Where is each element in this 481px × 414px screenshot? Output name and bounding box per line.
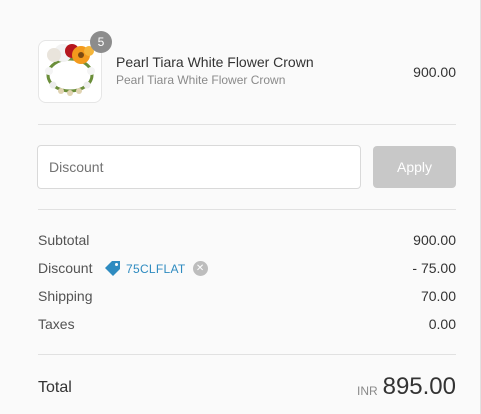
flower-crown-image — [39, 41, 101, 102]
subtotal-value: 900.00 — [413, 232, 456, 248]
product-title: Pearl Tiara White Flower Crown — [116, 54, 314, 70]
shipping-label: Shipping — [38, 288, 93, 304]
discount-code-tag: 75CLFLAT ✕ — [104, 260, 208, 277]
shipping-value: 70.00 — [420, 288, 456, 304]
product-line-item: 5 Pearl Tiara White Flower Crown Pearl T… — [38, 31, 456, 103]
shipping-line: Shipping 70.00 — [38, 288, 456, 308]
subtotal-line: Subtotal 900.00 — [38, 232, 456, 252]
subtotal-label: Subtotal — [38, 232, 90, 248]
divider — [38, 209, 456, 210]
taxes-label: Taxes — [38, 316, 75, 332]
taxes-value: 0.00 — [428, 316, 456, 332]
remove-discount-icon[interactable]: ✕ — [192, 261, 208, 276]
total-label: Total — [38, 379, 72, 396]
discount-value: - 75.00 — [412, 260, 456, 276]
tag-icon — [105, 261, 120, 276]
divider — [38, 354, 456, 355]
quantity-badge: 5 — [90, 31, 112, 53]
taxes-line: Taxes 0.00 — [38, 316, 456, 336]
product-variant: Pearl Tiara White Flower Crown — [116, 73, 286, 87]
apply-discount-button[interactable]: Apply — [373, 146, 456, 188]
product-price: 900.00 — [413, 64, 456, 80]
discount-line: Discount 75CLFLAT ✕ - 75.00 — [38, 260, 456, 280]
divider — [38, 124, 456, 125]
discount-code: 75CLFLAT — [126, 261, 186, 276]
product-thumbnail: 5 — [38, 31, 112, 103]
discount-label: Discount — [38, 260, 93, 276]
total-value: 895.00 — [382, 373, 456, 400]
total-currency: INR — [357, 384, 378, 398]
discount-code-input[interactable] — [37, 145, 361, 189]
